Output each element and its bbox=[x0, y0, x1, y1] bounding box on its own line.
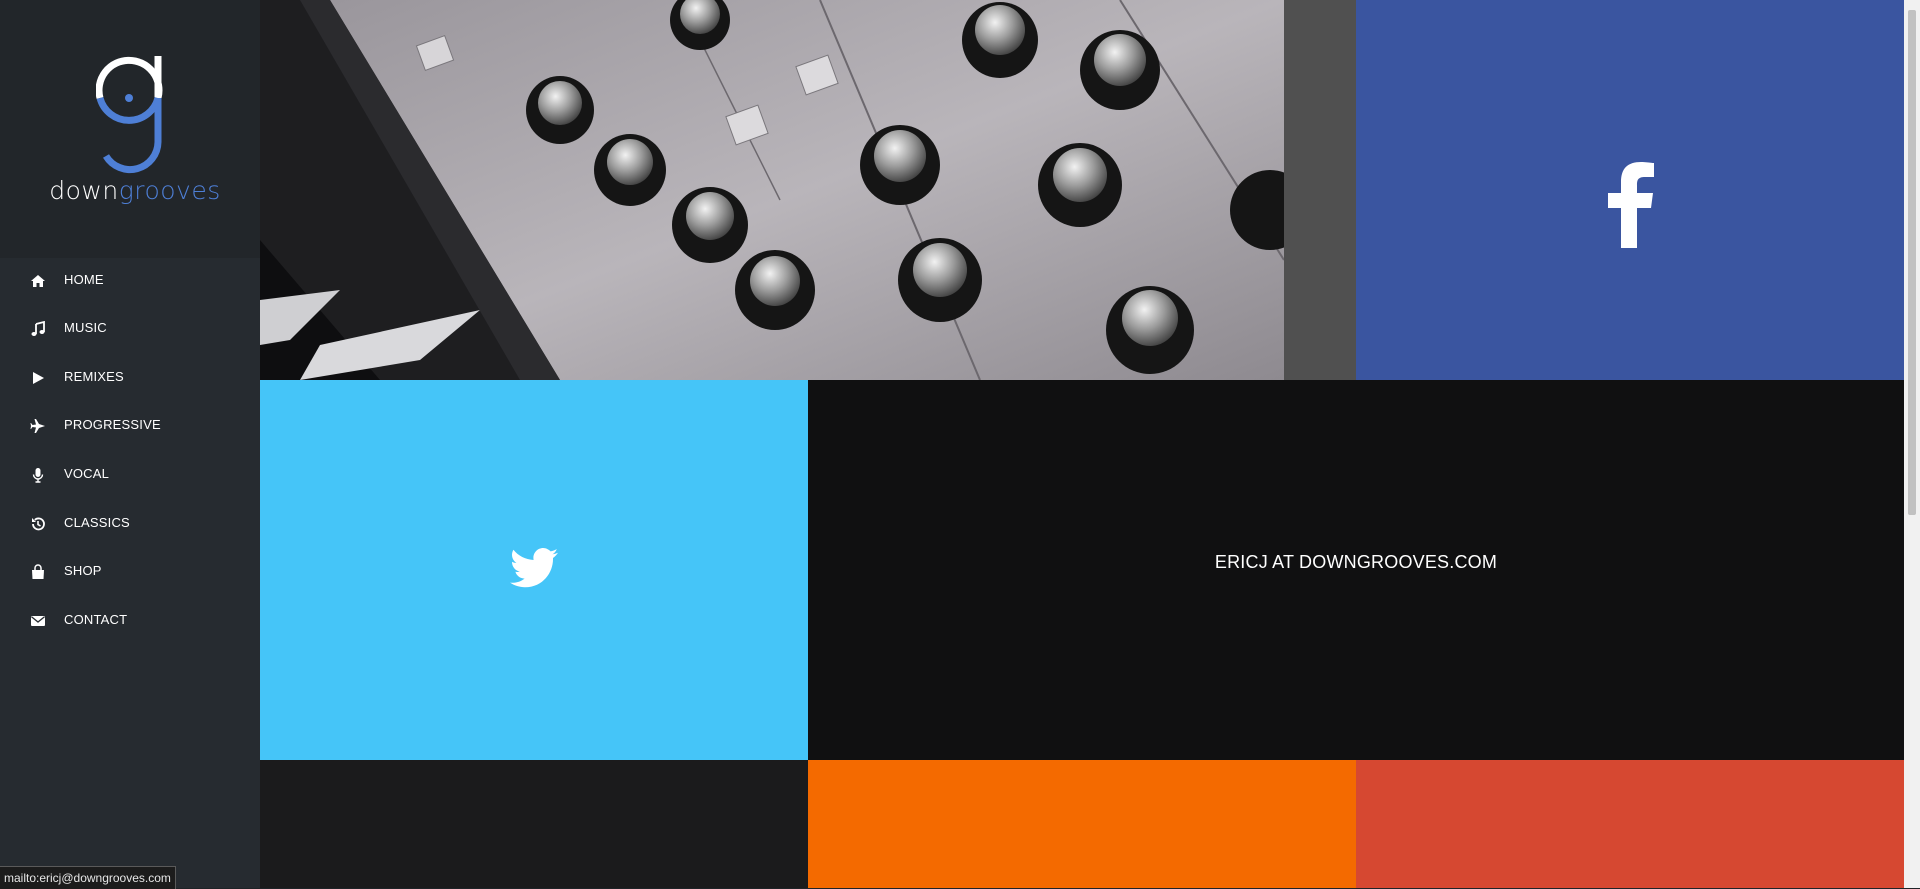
music-note-icon bbox=[31, 321, 45, 336]
nav-label: CLASSICS bbox=[64, 515, 130, 530]
scrollbar-thumb[interactable] bbox=[1908, 10, 1916, 515]
synthesizer-photo bbox=[260, 0, 1284, 380]
twitter-tile[interactable] bbox=[260, 380, 808, 760]
brand-name: downgrooves bbox=[0, 176, 270, 205]
facebook-icon bbox=[1608, 162, 1654, 248]
email-address-text: ERICJ AT DOWNGROOVES.COM bbox=[1214, 552, 1498, 572]
synthesizer-image bbox=[260, 0, 1284, 380]
nav-item-music[interactable]: MUSIC bbox=[0, 308, 260, 348]
nav-item-contact[interactable]: CONTACT bbox=[0, 600, 260, 640]
orange-tile[interactable] bbox=[808, 760, 1356, 888]
nav-item-remixes[interactable]: REMIXES bbox=[0, 357, 260, 397]
nav-label: VOCAL bbox=[64, 466, 110, 481]
brand-name-part1: down bbox=[49, 176, 119, 205]
history-icon bbox=[32, 517, 45, 531]
facebook-tile[interactable] bbox=[1356, 0, 1904, 380]
dark-tile bbox=[260, 760, 808, 888]
gray-strip bbox=[1284, 0, 1356, 380]
nav-item-vocal[interactable]: VOCAL bbox=[0, 454, 260, 494]
sidebar: downgrooves HOME MUSIC REMIXES PROGRESSI… bbox=[0, 0, 260, 888]
shopping-bag-icon bbox=[32, 564, 44, 579]
downgrooves-logo-icon bbox=[96, 56, 163, 174]
red-tile[interactable] bbox=[1356, 760, 1904, 888]
nav-item-shop[interactable]: SHOP bbox=[0, 551, 260, 591]
twitter-icon bbox=[510, 548, 558, 588]
nav-label: REMIXES bbox=[64, 369, 124, 384]
envelope-icon bbox=[31, 616, 45, 626]
browser-status-bar: mailto:ericj@downgrooves.com bbox=[0, 866, 176, 889]
home-icon bbox=[31, 275, 45, 287]
brand-name-part2: grooves bbox=[118, 176, 221, 205]
nav-item-classics[interactable]: CLASSICS bbox=[0, 503, 260, 543]
logo-area[interactable]: downgrooves bbox=[0, 0, 260, 258]
email-tile[interactable]: ERICJ AT DOWNGROOVES.COM bbox=[808, 380, 1904, 760]
plane-icon bbox=[30, 419, 45, 433]
nav-label: HOME bbox=[64, 272, 104, 287]
nav-item-progressive[interactable]: PROGRESSIVE bbox=[0, 405, 260, 445]
vertical-scrollbar[interactable] bbox=[1904, 0, 1920, 888]
nav-label: SHOP bbox=[64, 563, 102, 578]
play-icon bbox=[33, 372, 44, 384]
nav-label: MUSIC bbox=[64, 320, 107, 335]
nav-item-home[interactable]: HOME bbox=[0, 260, 260, 300]
microphone-icon bbox=[32, 468, 44, 483]
nav-label: CONTACT bbox=[64, 612, 128, 627]
nav-label: PROGRESSIVE bbox=[64, 417, 161, 432]
